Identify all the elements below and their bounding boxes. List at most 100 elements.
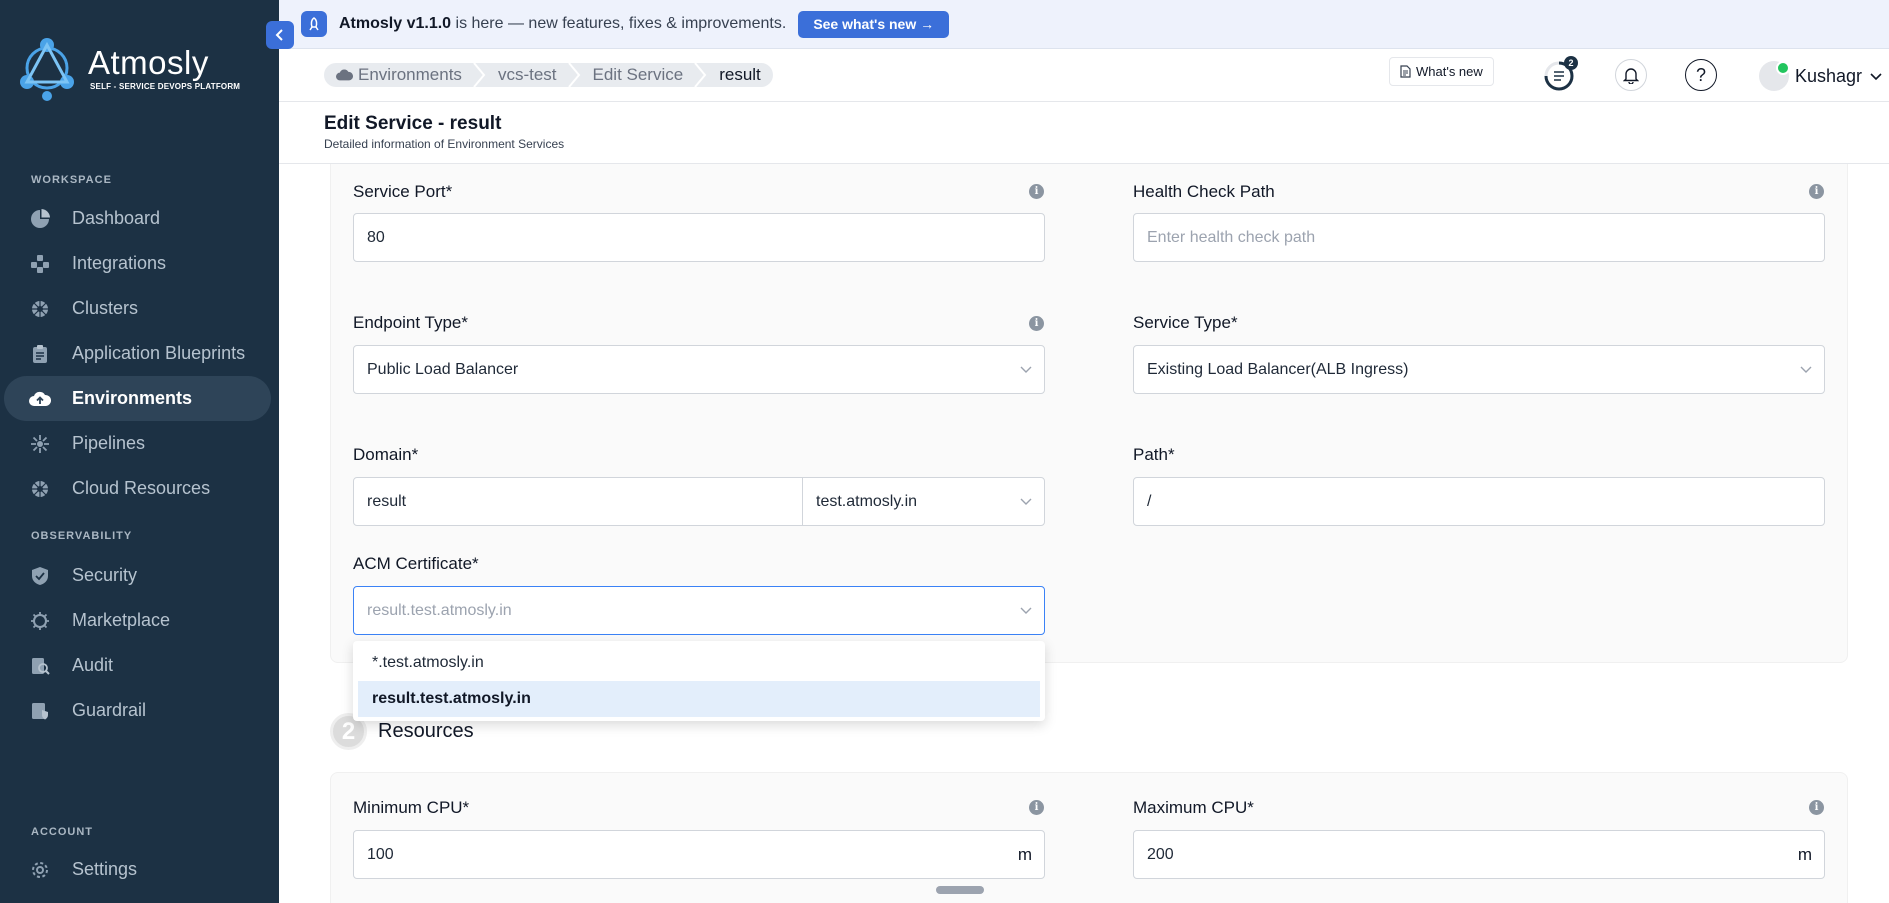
minimum-cpu-label: Minimum CPU* — [353, 798, 470, 817]
page-subtitle: Detailed information of Environment Serv… — [324, 137, 565, 151]
info-icon[interactable]: i — [1809, 184, 1824, 199]
resources-section-title: Resources — [378, 720, 474, 742]
sidebar-item-marketplace[interactable]: Marketplace — [4, 598, 271, 643]
shield-icon — [29, 565, 51, 587]
avatar — [1759, 61, 1790, 91]
health-check-path-label: Health Check Path — [1133, 182, 1275, 201]
cpu-unit: m — [1797, 844, 1812, 864]
sidebar-item-label: Audit — [72, 655, 114, 675]
endpoint-type-value: Public Load Balancer — [367, 360, 519, 378]
whats-new-button[interactable]: What's new — [1389, 57, 1494, 86]
clipboard-icon — [29, 343, 51, 365]
scroll-handle[interactable] — [936, 886, 984, 894]
minimum-cpu-input[interactable]: 100 m — [353, 830, 1045, 879]
sidebar-collapse-button[interactable] — [266, 21, 294, 49]
sidebar-item-label: Clusters — [72, 298, 139, 318]
sidebar-item-audit[interactable]: Audit — [4, 643, 271, 688]
helm-gear-icon — [29, 610, 51, 632]
sidebar-item-security[interactable]: Security — [4, 553, 271, 598]
breadcrumb-label: Environments — [358, 65, 462, 84]
main-content: Service Port* i 80 Health Check Path i E… — [279, 164, 1889, 903]
sidebar-item-label: Guardrail — [72, 700, 147, 720]
sidebar-item-application-blueprints[interactable]: Application Blueprints — [4, 331, 271, 376]
sidebar-item-label: Application Blueprints — [72, 343, 246, 363]
minimum-cpu-value: 100 — [367, 845, 394, 863]
breadcrumb-separator-icon — [473, 63, 486, 87]
breadcrumb-result: result — [719, 65, 761, 84]
sidebar-item-clusters[interactable]: Clusters — [4, 286, 271, 331]
endpoint-type-select[interactable]: Public Load Balancer — [353, 345, 1045, 394]
chevron-down-icon — [1870, 73, 1882, 81]
banner-text: is here — new features, fixes & improvem… — [451, 15, 787, 32]
maximum-cpu-value: 200 — [1147, 845, 1174, 863]
dropdown-option-highlighted[interactable]: result.test.atmosly.in — [358, 681, 1040, 717]
rocket-icon — [301, 11, 327, 37]
top-bar: Environments vcs-test Edit Service resul… — [279, 49, 1889, 102]
chevron-down-icon — [1020, 366, 1032, 373]
domain-label: Domain* — [353, 445, 419, 464]
guardrail-icon — [29, 700, 51, 722]
sidebar-item-environments[interactable]: Environments — [4, 376, 271, 421]
chevron-down-icon — [1800, 366, 1812, 373]
tasks-progress-button[interactable]: 2 — [1542, 56, 1578, 92]
breadcrumb-vcs-test[interactable]: vcs-test — [498, 65, 557, 85]
health-check-path-input[interactable]: Enter health check path — [1133, 213, 1825, 262]
bell-icon — [1623, 68, 1639, 84]
sidebar-item-dashboard[interactable]: Dashboard — [4, 196, 271, 241]
observability-section-label: OBSERVABILITY — [31, 530, 133, 542]
acm-certificate-dropdown: *.test.atmosly.in result.test.atmosly.in — [353, 641, 1045, 721]
service-port-input[interactable]: 80 — [353, 213, 1045, 262]
gear-icon — [29, 859, 51, 881]
sidebar-item-label: Marketplace — [72, 610, 171, 630]
notifications-button[interactable] — [1615, 59, 1647, 91]
cloud-upload-icon — [336, 69, 353, 81]
info-icon[interactable]: i — [1809, 800, 1824, 815]
domain-input[interactable]: result — [353, 477, 803, 526]
breadcrumb-environments[interactable]: Environments — [336, 65, 462, 85]
cloud-upload-icon — [29, 388, 51, 410]
sidebar-item-label: Environments — [72, 388, 193, 408]
domain-suffix-select[interactable]: test.atmosly.in — [802, 477, 1045, 526]
path-label: Path* — [1133, 445, 1175, 464]
maximum-cpu-input[interactable]: 200 m — [1133, 830, 1825, 879]
info-icon[interactable]: i — [1029, 800, 1044, 815]
workspace-section-label: WORKSPACE — [31, 174, 112, 186]
sidebar-item-settings[interactable]: Settings — [4, 847, 271, 892]
see-whats-new-button[interactable]: See what's new → — [798, 10, 950, 38]
announcement-banner: Atmosly v1.1.0 is here — new features, f… — [279, 0, 1889, 49]
breadcrumb-edit-service[interactable]: Edit Service — [593, 65, 684, 85]
maximum-cpu-label: Maximum CPU* — [1133, 798, 1254, 817]
info-icon[interactable]: i — [1029, 184, 1044, 199]
account-section-label: ACCOUNT — [31, 826, 93, 838]
cpu-unit: m — [1017, 844, 1032, 864]
breadcrumb-separator-icon — [694, 63, 707, 87]
service-type-label: Service Type* — [1133, 313, 1238, 332]
service-type-value: Existing Load Balancer(ALB Ingress) — [1147, 360, 1409, 378]
sidebar-item-integrations[interactable]: Integrations — [4, 241, 271, 286]
sidebar-item-pipelines[interactable]: Pipelines — [4, 421, 271, 466]
path-input[interactable]: / — [1133, 477, 1825, 526]
helm-icon — [29, 478, 51, 500]
chevron-down-icon — [1020, 607, 1032, 614]
sidebar: Atmosly SELF - SERVICE DEVOPS PLATFORM W… — [0, 0, 279, 903]
page-title: Edit Service - result — [324, 113, 502, 134]
sidebar-item-guardrail[interactable]: Guardrail — [4, 688, 271, 733]
brand-logo[interactable]: Atmosly SELF - SERVICE DEVOPS PLATFORM — [14, 34, 240, 102]
user-menu[interactable]: Kushagr — [1759, 61, 1882, 91]
help-button[interactable]: ? — [1685, 59, 1717, 91]
sidebar-item-label: Cloud Resources — [72, 478, 211, 498]
acm-certificate-select[interactable]: result.test.atmosly.in — [353, 586, 1045, 635]
chevron-left-icon — [275, 29, 283, 41]
page-header: Edit Service - result Detailed informati… — [279, 102, 1889, 164]
pipeline-icon — [29, 433, 51, 455]
breadcrumb: Environments vcs-test Edit Service resul… — [324, 63, 773, 87]
whats-new-label: What's new — [1416, 64, 1483, 79]
helm-icon — [29, 298, 51, 320]
service-type-select[interactable]: Existing Load Balancer(ALB Ingress) — [1133, 345, 1825, 394]
sidebar-item-cloud-resources[interactable]: Cloud Resources — [4, 466, 271, 511]
dropdown-option[interactable]: *.test.atmosly.in — [358, 645, 1040, 681]
info-icon[interactable]: i — [1029, 316, 1044, 331]
atmosly-logo-icon — [20, 38, 74, 101]
task-count-badge: 2 — [1564, 56, 1578, 70]
user-name: Kushagr — [1795, 65, 1863, 86]
